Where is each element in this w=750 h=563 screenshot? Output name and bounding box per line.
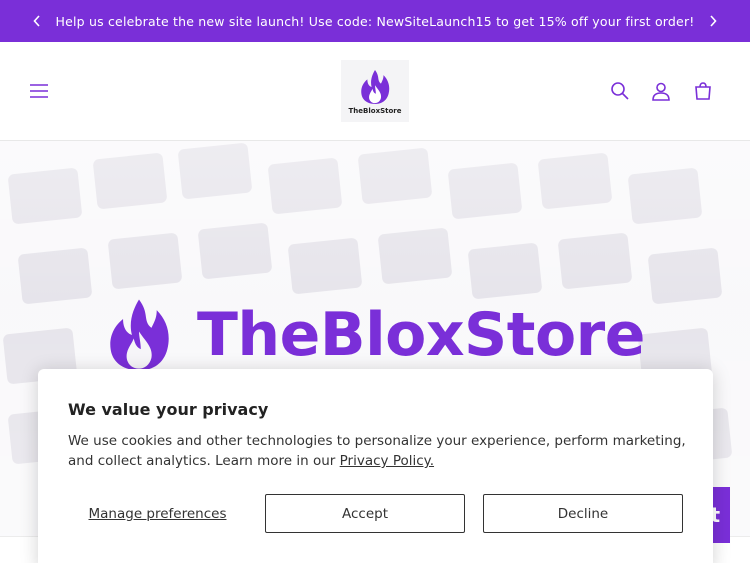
flame-icon: [110, 299, 169, 371]
cookie-title: We value your privacy: [68, 400, 269, 419]
cookie-banner: We value your privacy We use cookies and…: [38, 369, 713, 563]
decline-button[interactable]: Decline: [483, 494, 683, 533]
cookie-actions: Manage preferences Accept Decline: [68, 494, 683, 533]
hero-brand: TheBloxStore: [103, 295, 645, 375]
privacy-policy-link[interactable]: Privacy Policy.: [340, 453, 434, 469]
announcement-bar: Help us celebrate the new site launch! U…: [0, 0, 750, 42]
cookie-body: We use cookies and other technologies to…: [68, 431, 688, 471]
site-header: TheBloxStore: [0, 42, 750, 141]
logo-text: TheBloxStore: [348, 106, 402, 115]
chevron-left-icon[interactable]: [17, 0, 57, 42]
announcement-text: Help us celebrate the new site launch! U…: [55, 13, 695, 29]
cart-icon[interactable]: [690, 78, 716, 104]
account-icon[interactable]: [648, 78, 674, 104]
manage-preferences-button[interactable]: Manage preferences: [68, 494, 247, 533]
site-logo[interactable]: TheBloxStore: [341, 60, 409, 122]
chevron-right-icon[interactable]: [693, 0, 733, 42]
menu-icon[interactable]: [26, 78, 52, 104]
search-icon[interactable]: [607, 78, 633, 104]
accept-button[interactable]: Accept: [265, 494, 465, 533]
flame-icon: [361, 69, 390, 104]
hero-title: TheBloxStore: [197, 300, 645, 370]
